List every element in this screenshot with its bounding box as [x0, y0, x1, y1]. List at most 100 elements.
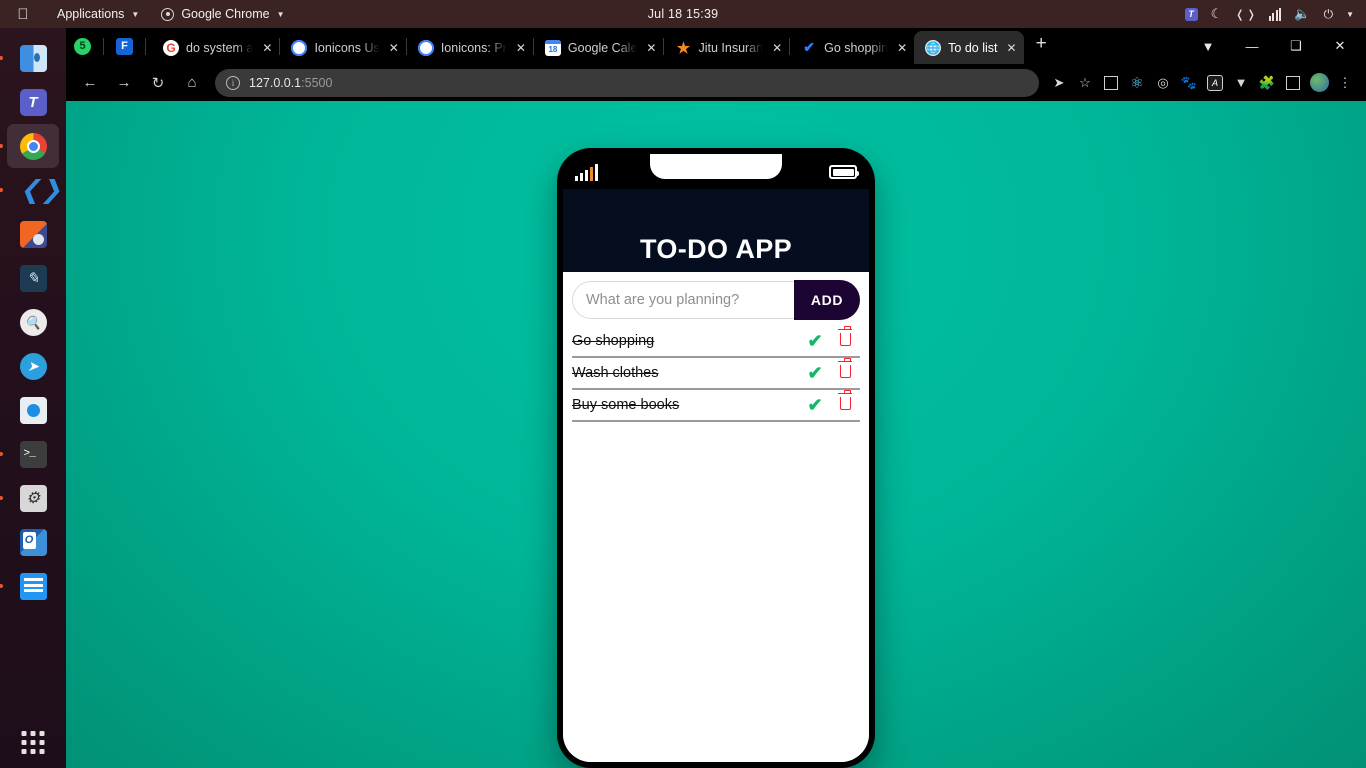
close-icon[interactable]: ✕ [1007, 41, 1017, 55]
tab-label: Go shoppin [824, 40, 889, 55]
google-calendar-icon [544, 39, 561, 56]
delete-trash-icon[interactable] [830, 326, 860, 350]
complete-check-icon[interactable]: ✔ [800, 363, 830, 384]
page-title: TO-DO APP [639, 234, 793, 264]
dock-item-design[interactable]: ✎ [7, 256, 59, 300]
tab-search-chevron-icon[interactable]: ▼ [1186, 30, 1230, 62]
task-row[interactable]: Go shopping ✔ [572, 326, 860, 358]
page-viewport: TO-DO APP ADD Go shopping ✔ Wash clothes… [66, 101, 1366, 768]
profile-avatar[interactable] [1307, 71, 1331, 95]
tab-ionicons-pro[interactable]: Ionicons: Pr ✕ [407, 31, 533, 64]
tab-ionicons-usage[interactable]: Ionicons Us ✕ [280, 31, 405, 64]
battery-icon [829, 165, 859, 179]
close-window-button[interactable]: ✕ [1318, 30, 1362, 62]
dock-item-chrome[interactable] [0, 124, 59, 168]
close-icon[interactable]: ✕ [516, 41, 526, 55]
app-header: TO-DO APP [563, 189, 869, 272]
close-icon[interactable]: ✕ [897, 41, 907, 55]
signal-bars-icon [575, 163, 598, 181]
screenshot-icon[interactable] [1099, 71, 1123, 95]
close-icon[interactable]: ✕ [646, 41, 656, 55]
phone-screen: TO-DO APP ADD Go shopping ✔ Wash clothes… [563, 189, 869, 762]
pinned-tabs: 5 F [66, 28, 152, 64]
new-tab-button[interactable]: + [1024, 33, 1059, 59]
tab-google-calendar[interactable]: Google Cale ✕ [534, 31, 664, 64]
dock-item-telegram[interactable]: ➤ [7, 344, 59, 388]
tab-label: Ionicons Us [314, 40, 380, 55]
outlook-icon [19, 528, 47, 556]
close-icon[interactable]: ✕ [389, 41, 399, 55]
dock-item-vscode[interactable]: ❮❯ [0, 168, 61, 212]
extensions-puzzle-icon[interactable]: 🧩 [1255, 71, 1279, 95]
close-icon[interactable]: ✕ [772, 41, 782, 55]
documents-icon [19, 572, 47, 600]
dock-item-finder[interactable] [0, 36, 59, 80]
terminal-icon: >_ [19, 440, 47, 468]
dock-item-search[interactable]: 🔍 [7, 300, 59, 344]
pinned-tab-whatsapp[interactable]: 5 [74, 37, 91, 55]
tab-jitu-insurance[interactable]: ★ Jitu Insuran ✕ [664, 31, 789, 64]
tab-divider [103, 37, 104, 55]
dock-item-terminal[interactable]: >_ [0, 432, 59, 476]
sidebar-icon[interactable] [1281, 71, 1305, 95]
ubuntu-dock: ❮❯ ✎ 🔍 ➤ >_ ⚙ [0, 28, 66, 768]
google-icon: G [163, 39, 179, 56]
os-top-bar:  Applications ▼ Google Chrome ▼ Jul 18 … [0, 0, 1366, 28]
tab-to-do-list[interactable]: 🌐 To do list ✕ [914, 31, 1024, 64]
task-row[interactable]: Buy some books ✔ [572, 390, 860, 422]
site-info-icon[interactable]: i [226, 75, 240, 90]
tab-go-shopping[interactable]: ✔ Go shoppin ✕ [790, 31, 914, 64]
globe-icon: 🌐 [925, 39, 942, 56]
task-label: Go shopping [572, 333, 655, 349]
angular-icon[interactable]: A [1203, 71, 1227, 95]
dock-item-outlook[interactable] [7, 520, 59, 564]
home-icon[interactable]: ⌂ [177, 68, 207, 98]
finder-icon [19, 44, 47, 72]
task-label: Wash clothes [572, 365, 659, 381]
tab-label: Jitu Insuran [698, 40, 764, 55]
check-icon: ✔ [803, 39, 816, 55]
delete-trash-icon[interactable] [830, 390, 860, 414]
close-icon[interactable]: ✕ [262, 41, 272, 55]
vue-devtools-icon[interactable]: ▼ [1229, 71, 1253, 95]
show-applications-button[interactable] [21, 731, 45, 754]
maximize-button[interactable]: ❑ [1274, 30, 1318, 62]
toolbar-actions: ➤ ☆ ⚛ ◎ 🐾 A ▼ 🧩 ⋮ [1047, 71, 1357, 95]
add-task-row: ADD [563, 272, 869, 326]
delete-trash-icon[interactable] [830, 358, 860, 382]
minimize-button[interactable]: — [1230, 30, 1274, 62]
target-icon[interactable]: ◎ [1151, 71, 1175, 95]
add-task-button[interactable]: ADD [794, 280, 860, 320]
tab-do-system[interactable]: G do system a ✕ [152, 31, 279, 64]
bookmark-star-icon[interactable]: ☆ [1073, 71, 1097, 95]
back-icon[interactable]: ← [75, 68, 105, 98]
google-chrome-icon [19, 132, 47, 160]
address-bar[interactable]: i 127.0.0.1:5500 [215, 68, 1039, 97]
dock-item-media[interactable] [7, 212, 59, 256]
dock-item-documents[interactable] [0, 564, 59, 608]
reload-icon[interactable]: ↻ [143, 68, 173, 98]
gnome-icon[interactable]: 🐾 [1177, 71, 1201, 95]
share-icon[interactable]: ➤ [1047, 71, 1071, 95]
microsoft-teams-icon [19, 88, 47, 116]
tab-label: Google Cale [567, 40, 638, 55]
telegram-icon: ➤ [19, 352, 47, 380]
tab-label: do system a [186, 40, 254, 55]
dock-item-settings[interactable]: ⚙ [0, 476, 59, 520]
tab-strip: 5 F G do system a ✕ Ionicons Us ✕ Ionico… [66, 28, 1366, 64]
os-clock[interactable]: Jul 18 15:39 [0, 7, 1366, 21]
forward-icon[interactable]: → [109, 68, 139, 98]
complete-check-icon[interactable]: ✔ [800, 331, 830, 352]
task-list: Go shopping ✔ Wash clothes ✔ Buy some bo… [563, 326, 869, 762]
ionicons-icon [291, 39, 308, 56]
task-input[interactable] [572, 281, 794, 319]
chrome-menu-icon[interactable]: ⋮ [1333, 71, 1357, 95]
dock-item-camera[interactable] [7, 388, 59, 432]
react-devtools-icon[interactable]: ⚛ [1125, 71, 1149, 95]
complete-check-icon[interactable]: ✔ [800, 395, 830, 416]
teams-icon[interactable] [1184, 5, 1198, 23]
pinned-tab-feedly[interactable]: F [116, 37, 133, 55]
task-row[interactable]: Wash clothes ✔ [572, 358, 860, 390]
tab-divider [145, 37, 146, 55]
dock-item-teams[interactable] [7, 80, 59, 124]
